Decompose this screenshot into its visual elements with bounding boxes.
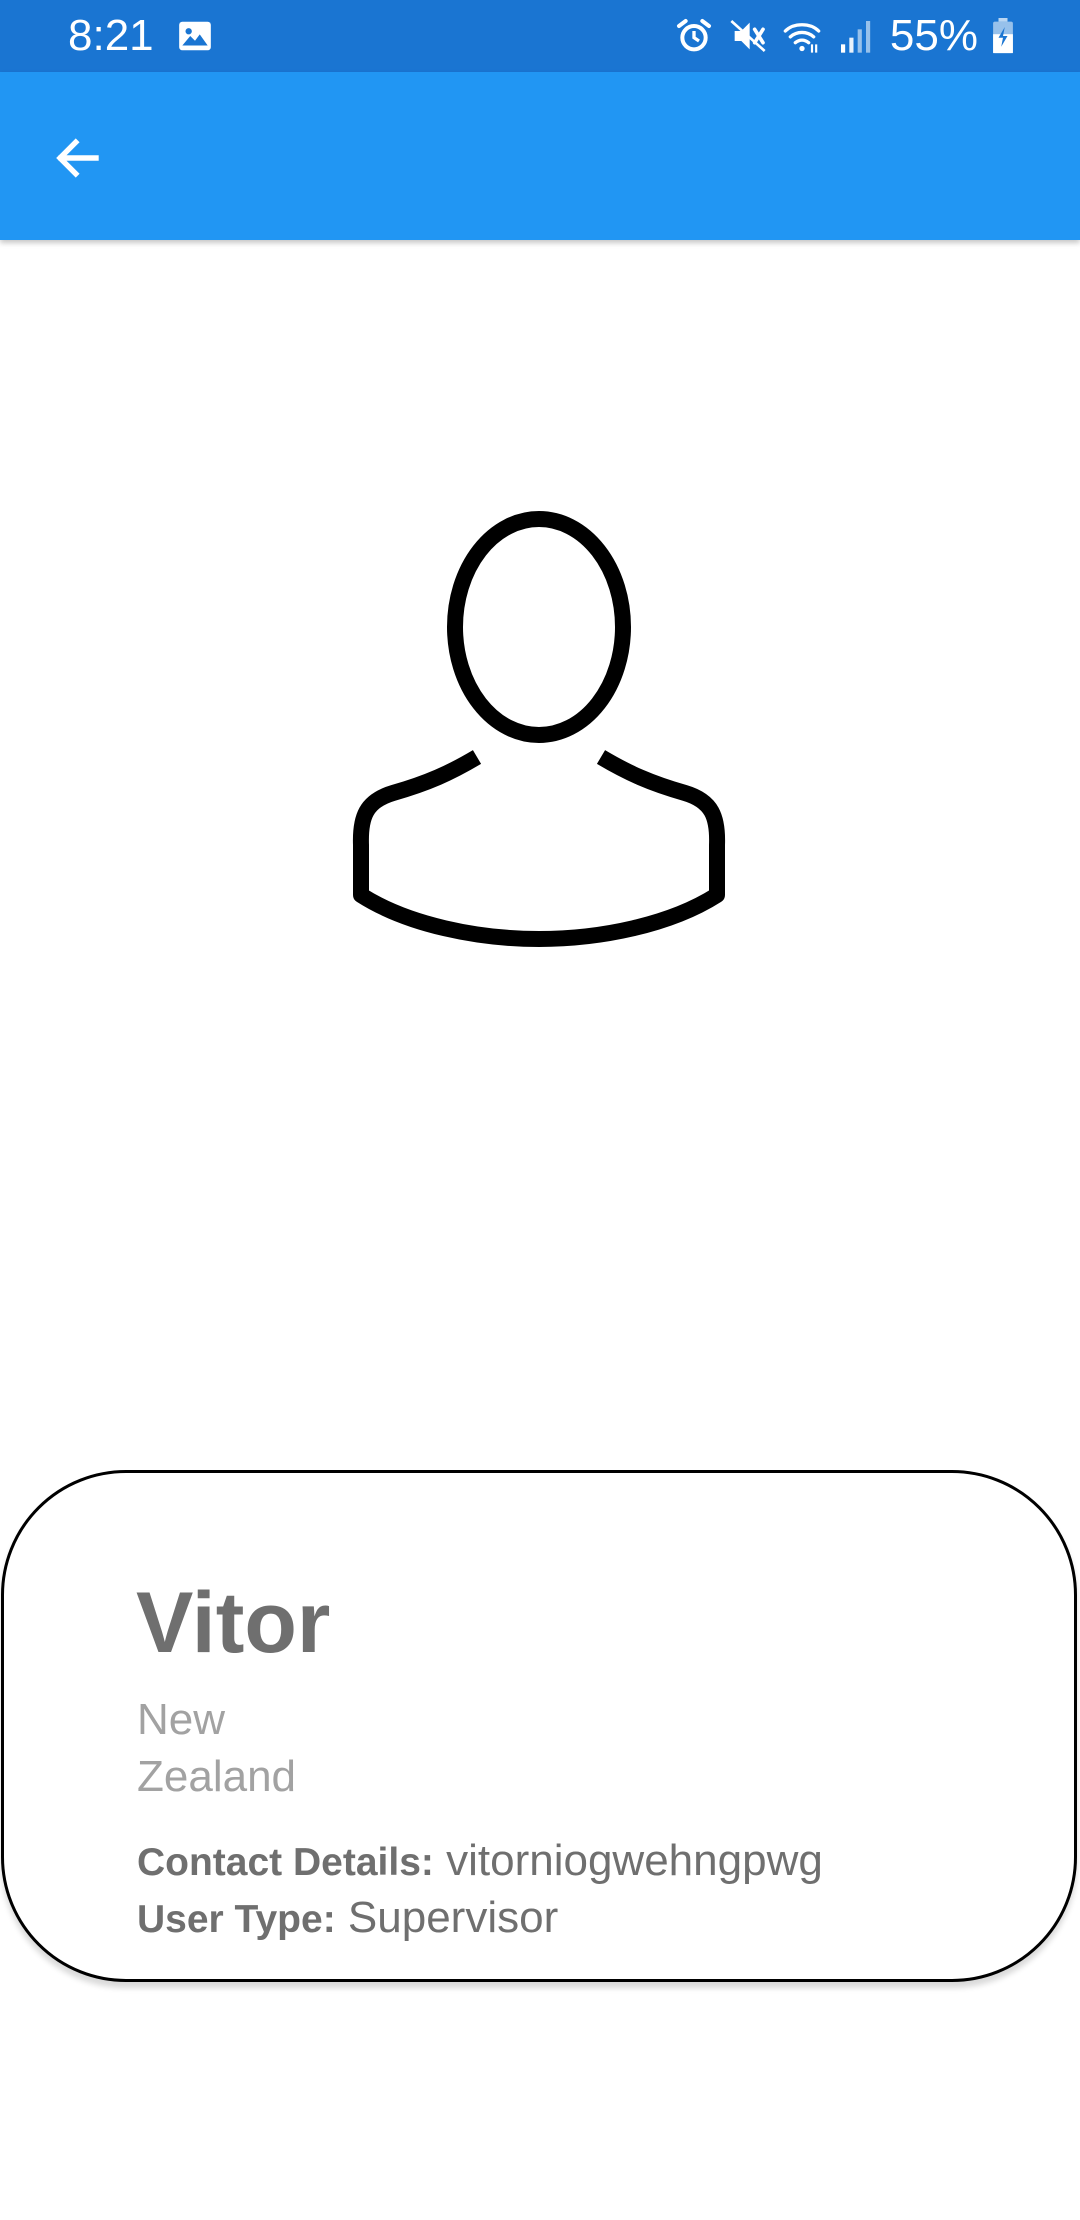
battery-percentage: 55% (889, 11, 978, 60)
contact-details-value: vitorniogwehngpwg (446, 1836, 823, 1885)
wifi-icon (783, 23, 821, 53)
contact-details-label: Contact Details: (137, 1841, 434, 1884)
alarm-icon (676, 19, 711, 52)
contact-details-row: Contact Details: vitorniogwehngpwg (137, 1835, 823, 1889)
user-type-row: User Type: Supervisor (137, 1892, 558, 1946)
battery-icon (993, 18, 1013, 54)
profile-card: Vitor New Zealand Contact Details: vitor… (1, 1470, 1077, 1982)
user-type-value: Supervisor (347, 1893, 559, 1942)
status-bar: 8:21 55% (0, 0, 1080, 72)
arrow-left-icon (56, 138, 99, 178)
user-type-label: User Type: (137, 1898, 336, 1941)
app-bar (0, 72, 1080, 240)
status-time: 8:21 (68, 11, 154, 60)
signal-icon (840, 21, 871, 53)
gallery-icon (179, 21, 211, 51)
profile-name: Vitor (136, 1575, 331, 1671)
mute-icon (730, 20, 766, 52)
user-silhouette-icon (352, 511, 726, 947)
status-icons: 55% (674, 12, 1014, 60)
back-button[interactable] (38, 118, 118, 198)
profile-country: New Zealand (137, 1695, 297, 1801)
